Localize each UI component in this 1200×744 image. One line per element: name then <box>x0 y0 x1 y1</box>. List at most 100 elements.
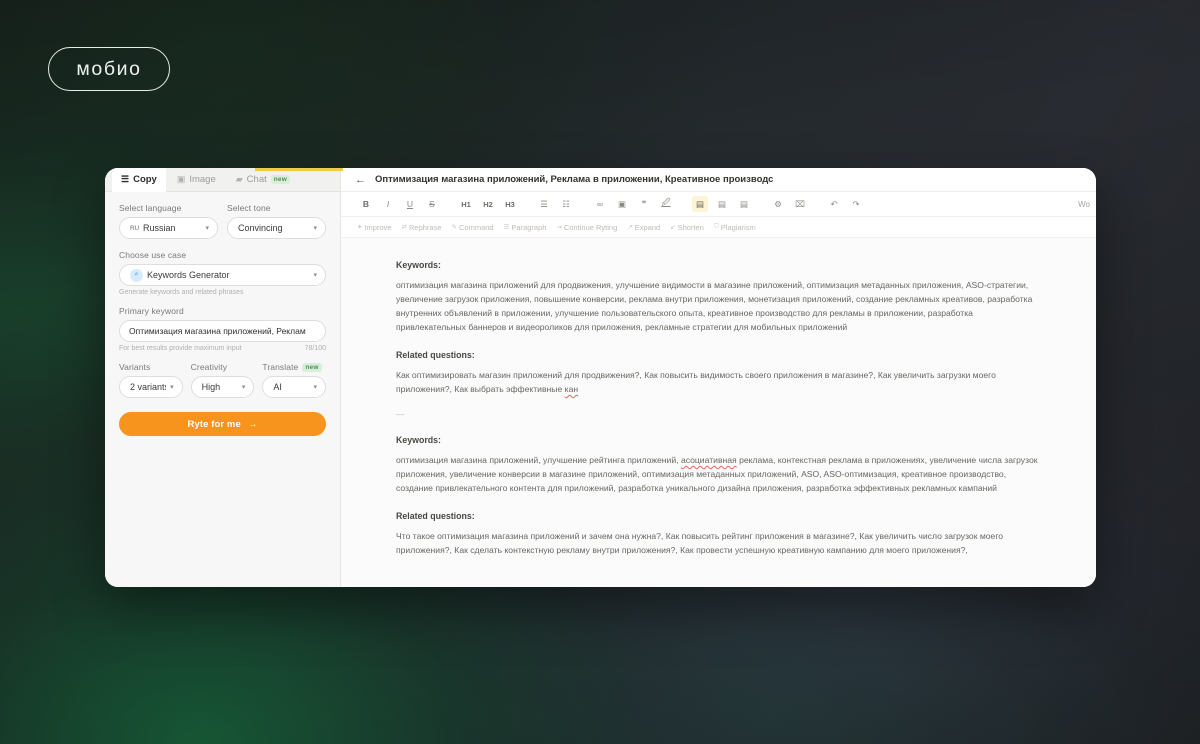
ai-expand-label: Expand <box>634 222 661 232</box>
underline-button[interactable]: U <box>402 196 418 212</box>
ai-shorten-button[interactable]: ↙ Shorten <box>666 223 708 232</box>
tab-image-label: Image <box>189 174 216 185</box>
chevron-down-icon: ▾ <box>170 384 174 391</box>
document-title: Оптимизация магазина приложений, Реклама… <box>375 174 774 185</box>
tab-chat-badge: new <box>270 175 290 184</box>
use-case-select[interactable]: ⌕ Keywords Generator ▾ <box>119 264 326 286</box>
doc-paragraph-related-2: Что такое оптимизация магазина приложени… <box>396 531 1004 556</box>
redo-icon[interactable]: ↷ <box>848 196 864 212</box>
use-case-label: Choose use case <box>119 250 187 260</box>
ai-shorten-label: Shorten <box>677 222 704 232</box>
tab-copy[interactable]: ☰ Copy <box>112 168 166 192</box>
chevron-down-icon: ▾ <box>205 225 209 232</box>
top-accent-strip <box>255 168 343 171</box>
chevron-down-icon: ▾ <box>313 272 317 279</box>
ai-command-button[interactable]: ✎ Command <box>448 223 498 232</box>
back-arrow-icon[interactable]: ← <box>355 174 366 186</box>
tone-select[interactable]: Convincing ▾ <box>227 217 326 239</box>
ai-paragraph-button[interactable]: ☰ Paragraph <box>500 223 551 232</box>
ai-plagiarism-button[interactable]: ⛉ Plagiarism <box>710 223 760 232</box>
language-label: Select language <box>119 203 182 213</box>
ai-rephrase-label: Rephrase <box>409 222 442 232</box>
ryte-for-me-label: Ryte for me <box>187 418 241 430</box>
align-left-icon[interactable]: ▤ <box>692 196 708 212</box>
doc-keywords-2-before: оптимизация магазина приложений, улучшен… <box>396 455 681 466</box>
heading-3-button[interactable]: H3 <box>502 196 518 212</box>
insert-group: ∞ ▣ ❞ 🖉 <box>589 196 677 212</box>
insert-image-icon[interactable]: ▣ <box>614 196 630 212</box>
doc-heading-related-1: Related questions: <box>396 349 475 360</box>
chevron-down-icon: ▾ <box>241 384 246 391</box>
swap-icon: ⇄ <box>401 224 407 231</box>
translate-value: AI <box>273 382 282 392</box>
variants-field: Variants 2 variants ▾ <box>119 362 183 398</box>
undo-icon[interactable]: ↶ <box>826 196 842 212</box>
italic-button[interactable]: I <box>380 196 396 212</box>
chat-icon: ▰ <box>235 174 243 184</box>
lines-icon: ☰ <box>121 174 130 184</box>
numbered-list-icon[interactable]: ☷ <box>558 196 574 212</box>
heading-2-button[interactable]: H2 <box>480 196 496 212</box>
variants-value: 2 variants <box>130 382 167 392</box>
tone-label: Select tone <box>227 203 271 213</box>
character-counter: 78/100 <box>304 345 326 352</box>
tab-image[interactable]: ▣ Image <box>168 168 225 192</box>
quote-icon[interactable]: ❞ <box>636 196 652 212</box>
arrow-right-icon: ⇥ <box>556 224 562 231</box>
heading-1-button[interactable]: H1 <box>458 196 474 212</box>
brand-logo-text: мобио <box>76 57 142 80</box>
doc-paragraph-keywords-1: оптимизация магазина приложений для прод… <box>396 280 1033 333</box>
bold-button[interactable]: B <box>358 196 374 212</box>
brand-logo: мобио <box>48 47 170 91</box>
ai-rephrase-button[interactable]: ⇄ Rephrase <box>398 223 446 232</box>
history-group: ↶ ↷ <box>823 196 867 212</box>
doc-heading-keywords-2: Keywords: <box>396 434 441 445</box>
document-body[interactable]: Keywords: оптимизация магазина приложени… <box>396 258 1041 558</box>
variants-select[interactable]: 2 variants ▾ <box>119 376 183 398</box>
list-group: ☰ ☷ <box>533 196 577 212</box>
use-case-field: Choose use case ⌕ Keywords Generator ▾ G… <box>119 250 326 296</box>
primary-keyword-field: Primary keyword Оптимизация магазина при… <box>119 306 326 352</box>
wand-icon: ✎ <box>451 224 457 231</box>
expand-icon: ↗ <box>627 224 633 231</box>
language-select[interactable]: RU Russian ▾ <box>119 217 218 239</box>
editor-pane: ← Оптимизация магазина приложений, Рекла… <box>341 168 1096 587</box>
translate-field: Translate new AI ▾ <box>262 362 327 398</box>
doc-paragraph-related-1: Как оптимизировать магазин приложений дл… <box>396 369 1041 397</box>
ai-expand-button[interactable]: ↗ Expand <box>623 223 664 232</box>
tab-chat-label: Chat <box>246 174 267 185</box>
primary-keyword-input[interactable]: Оптимизация магазина приложений, Реклам <box>119 320 326 342</box>
align-right-icon[interactable]: ▤ <box>736 196 752 212</box>
text-style-group: B I U S <box>355 196 443 212</box>
align-center-icon[interactable]: ▤ <box>714 196 730 212</box>
ai-actions-toolbar: ✦ Improve ⇄ Rephrase ✎ Command ☰ Paragra… <box>341 217 1096 238</box>
document-canvas[interactable]: Keywords: оптимизация магазина приложени… <box>341 238 1096 587</box>
language-field: Select language RU Russian ▾ <box>119 203 218 239</box>
ai-continue-ryting-button[interactable]: ⇥ Continue Ryting <box>552 223 621 232</box>
highlighter-icon[interactable]: 🖉 <box>658 196 674 212</box>
use-case-hint: Generate keywords and related phrases <box>119 289 244 296</box>
arrow-right-icon: → <box>247 418 258 430</box>
ryte-for-me-button[interactable]: Ryte for me → <box>119 412 326 436</box>
creativity-select[interactable]: High ▾ <box>190 376 255 398</box>
shorten-icon: ↙ <box>670 224 676 231</box>
doc-heading-keywords-1: Keywords: <box>396 260 441 270</box>
link-icon[interactable]: ∞ <box>592 196 608 212</box>
strikethrough-button[interactable]: S <box>424 196 440 212</box>
chevron-down-icon: ▾ <box>313 384 318 391</box>
shield-icon: ⛉ <box>713 223 719 230</box>
paragraph-icon: ☰ <box>503 224 510 231</box>
ai-improve-button[interactable]: ✦ Improve <box>353 223 396 232</box>
translate-select[interactable]: AI ▾ <box>262 376 327 398</box>
misspelled-word[interactable]: асоциативная <box>681 455 737 465</box>
variants-creativity-translate-row: Variants 2 variants ▾ Creativity High ▾ <box>119 362 327 398</box>
clear-format-icon[interactable]: ⌧ <box>792 196 808 212</box>
misspelled-word[interactable]: кан <box>565 384 578 394</box>
settings-icon[interactable]: ⚙ <box>770 196 786 212</box>
tab-copy-label: Copy <box>133 174 157 185</box>
bullet-list-icon[interactable]: ☰ <box>536 196 552 212</box>
alignment-group: ▤ ▤ ▤ <box>689 196 755 212</box>
tab-chat[interactable]: ▰ Chat new <box>227 168 299 192</box>
heading-group: H1 H2 H3 <box>455 196 521 212</box>
creativity-label: Creativity <box>190 362 228 372</box>
